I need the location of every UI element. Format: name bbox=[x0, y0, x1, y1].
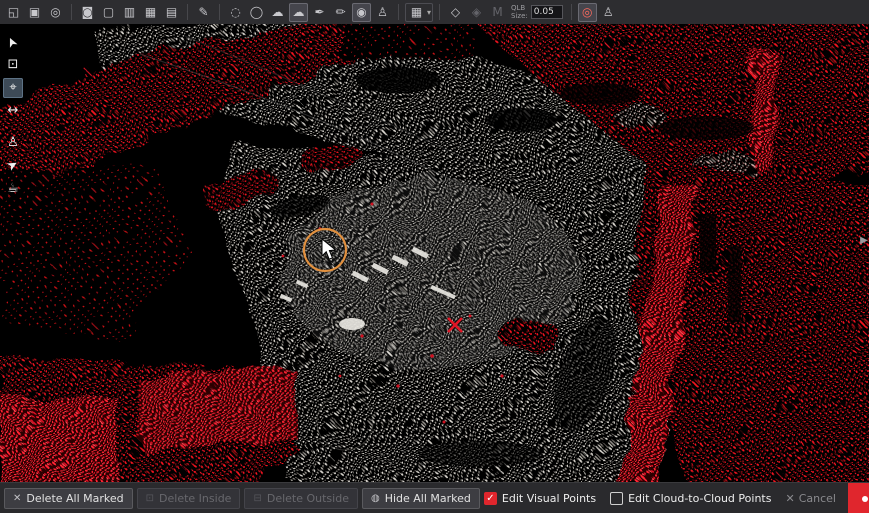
toolbar-separator bbox=[187, 4, 188, 20]
qlb-size-label: QLB Size: bbox=[511, 4, 528, 20]
point-cloud-viewport[interactable] bbox=[0, 24, 869, 482]
toolbar-separator bbox=[71, 4, 72, 20]
delete-outside-icon: ⊟ bbox=[253, 493, 261, 504]
marker-pen-icon[interactable]: ✎ bbox=[194, 3, 213, 22]
cube-icon[interactable]: ◇ bbox=[446, 3, 465, 22]
app-window: ◱ ▣ ◎ ◙ ▢ ▥ ▦ ▤ ✎ ◌ ◯ ☁ ☁ ✒ ✏ ◉ ♙ ▦ ▾ ◇ … bbox=[0, 0, 869, 513]
edit-visual-points-checkbox[interactable]: ✓ Edit Visual Points bbox=[484, 492, 596, 505]
toolbar-separator bbox=[398, 4, 399, 20]
qlb-size-group: QLB Size: bbox=[511, 4, 563, 20]
brush-circle-icon[interactable]: ◯ bbox=[247, 3, 266, 22]
quad-view-icon[interactable]: ▦ bbox=[141, 3, 160, 22]
close-icon: ✕ bbox=[785, 492, 794, 505]
pano-person-icon[interactable]: ♙ bbox=[599, 3, 618, 22]
toolbar-separator bbox=[219, 4, 220, 20]
location-pin-icon[interactable]: ◉ bbox=[352, 3, 371, 22]
bottom-toolbar: ✕ Delete All Marked ⊡ Delete Inside ⊟ De… bbox=[0, 482, 869, 513]
capture-icon[interactable]: ▣ bbox=[25, 3, 44, 22]
delete-outside-label: Delete Outside bbox=[267, 492, 349, 505]
pick-point-icon[interactable]: ⌖ bbox=[3, 78, 23, 98]
toolbar-separator bbox=[439, 4, 440, 20]
hide-all-marked-button[interactable]: ◍ Hide All Marked bbox=[362, 488, 480, 509]
delete-all-marked-label: Delete All Marked bbox=[26, 492, 123, 505]
view-mode-dropdown[interactable]: ▦ ▾ bbox=[405, 3, 433, 22]
delete-inside-button[interactable]: ⊡ Delete Inside bbox=[137, 488, 241, 509]
cube-camera-icon[interactable]: ◈ bbox=[467, 3, 486, 22]
cancel-label: Cancel bbox=[799, 492, 836, 505]
zoom-region-icon[interactable]: ◎ bbox=[46, 3, 65, 22]
edit-cloud-to-cloud-label: Edit Cloud-to-Cloud Points bbox=[628, 492, 771, 505]
navigate-icon[interactable]: ➤ bbox=[0, 152, 27, 179]
left-toolbar: ➤ ⊡ ⌖ ↔ ♙ ➤ ☕ bbox=[2, 32, 24, 199]
pano-view-icon[interactable]: ♙ bbox=[3, 133, 23, 153]
toolbar-separator bbox=[571, 4, 572, 20]
marquee-select-icon[interactable]: ⊡ bbox=[3, 55, 23, 75]
bundle-icon bbox=[862, 491, 869, 506]
cloud-download-icon[interactable]: ☁ bbox=[268, 3, 287, 22]
model-camera-icon[interactable]: M bbox=[488, 3, 507, 22]
hide-all-marked-icon: ◍ bbox=[371, 493, 380, 504]
camera-icon[interactable]: ◙ bbox=[78, 3, 97, 22]
hide-all-marked-label: Hide All Marked bbox=[385, 492, 471, 505]
chevron-down-icon: ▾ bbox=[427, 8, 431, 17]
pour-icon[interactable]: ☕ bbox=[3, 179, 23, 199]
lasso-icon[interactable]: ◌ bbox=[226, 3, 245, 22]
top-toolbar: ◱ ▣ ◎ ◙ ▢ ▥ ▦ ▤ ✎ ◌ ◯ ☁ ☁ ✒ ✏ ◉ ♙ ▦ ▾ ◇ … bbox=[0, 0, 869, 24]
dual-view-icon[interactable]: ▥ bbox=[120, 3, 139, 22]
edit-visual-points-label: Edit Visual Points bbox=[502, 492, 596, 505]
panel-expand-arrow[interactable]: ▶ bbox=[859, 232, 869, 250]
find-pano-icon[interactable]: ◎ bbox=[578, 3, 597, 22]
delete-inside-icon: ⊡ bbox=[146, 493, 154, 504]
delete-inside-label: Delete Inside bbox=[159, 492, 231, 505]
overview-icon[interactable]: ◱ bbox=[4, 3, 23, 22]
delete-all-marked-button[interactable]: ✕ Delete All Marked bbox=[4, 488, 133, 509]
qlb-label-line2: Size: bbox=[511, 12, 528, 20]
cancel-button[interactable]: ✕ Cancel bbox=[785, 492, 835, 505]
delete-outside-button[interactable]: ⊟ Delete Outside bbox=[244, 488, 358, 509]
qlb-size-input[interactable] bbox=[531, 5, 563, 19]
optimize-bundle-button[interactable]: Optimize Bundle bbox=[848, 483, 869, 513]
delete-all-marked-icon: ✕ bbox=[13, 493, 21, 504]
grid-view-icon: ▦ bbox=[407, 3, 426, 22]
add-pano-icon[interactable]: ♙ bbox=[373, 3, 392, 22]
dropper-icon[interactable]: ✒ bbox=[310, 3, 329, 22]
cloud-select-icon[interactable]: ☁ bbox=[289, 3, 308, 22]
measure-icon[interactable]: ↔ bbox=[3, 101, 23, 121]
single-view-icon[interactable]: ▢ bbox=[99, 3, 118, 22]
checkbox-checked-icon: ✓ bbox=[484, 492, 497, 505]
checkbox-unchecked-icon bbox=[610, 492, 623, 505]
film-strip-icon[interactable]: ▤ bbox=[162, 3, 181, 22]
select-cursor-icon[interactable]: ➤ bbox=[0, 29, 26, 56]
point-cloud-scene bbox=[0, 24, 869, 482]
pencil-icon[interactable]: ✏ bbox=[331, 3, 350, 22]
edit-cloud-to-cloud-checkbox[interactable]: Edit Cloud-to-Cloud Points bbox=[610, 492, 771, 505]
qlb-label-line1: QLB bbox=[511, 4, 528, 12]
